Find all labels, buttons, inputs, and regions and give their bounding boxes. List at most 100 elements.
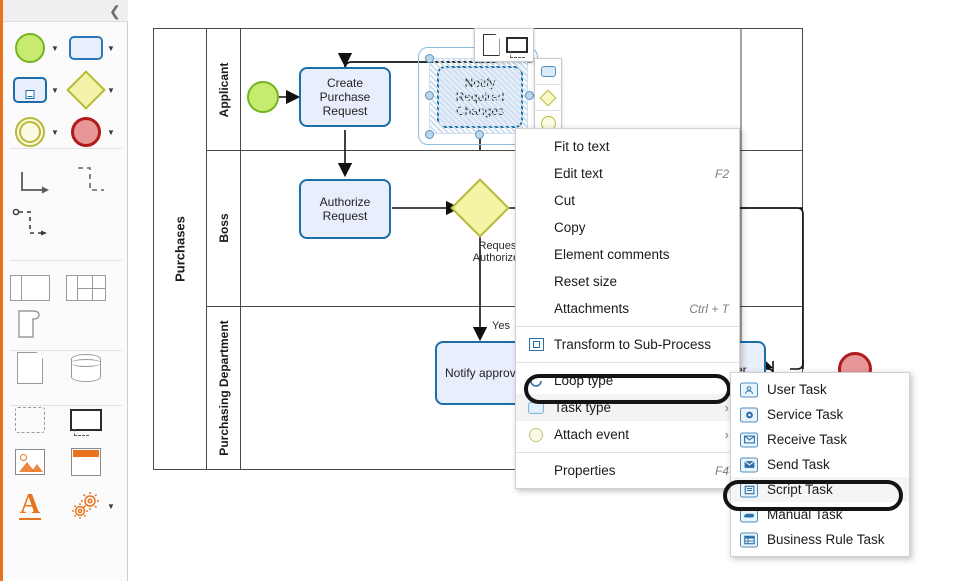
text-annotation-icon[interactable]	[66, 400, 106, 440]
palette-item-association[interactable]	[10, 205, 56, 251]
task-create-purchase-request[interactable]: Create Purchase Request	[299, 67, 391, 127]
resize-handle-w[interactable]	[425, 91, 434, 100]
lane-header[interactable]: Applicant	[207, 29, 241, 150]
palette-item-text-annotation[interactable]	[66, 400, 106, 440]
palette-item-pool[interactable]	[10, 268, 50, 308]
palette-item-page-element[interactable]	[10, 304, 50, 344]
lane-header[interactable]: Purchasing Department	[207, 306, 241, 470]
resize-handle-sw[interactable]	[425, 130, 434, 139]
task-type-icon	[526, 399, 546, 417]
start-event-icon[interactable]	[10, 28, 50, 68]
chevron-down-icon[interactable]: ▼	[51, 44, 60, 53]
chevron-down-icon[interactable]: ▼	[107, 86, 116, 95]
palette-item-end-event[interactable]: ▼	[66, 112, 116, 152]
resize-handle-s[interactable]	[475, 130, 484, 139]
menu-item-properties[interactable]: Properties F4	[516, 457, 739, 484]
gears-icon[interactable]	[66, 486, 106, 526]
pool-header[interactable]: Purchases	[154, 29, 207, 469]
palette-item-text[interactable]: A	[10, 486, 50, 526]
menu-item-transform-to-sub-process[interactable]: Transform to Sub-Process	[516, 331, 739, 358]
task-label: Create Purchase Request	[319, 76, 371, 118]
end-event-icon[interactable]	[66, 112, 106, 152]
menu-item-attachments[interactable]: Attachments Ctrl + T	[516, 295, 739, 322]
menu-item-loop-type[interactable]: Loop type ›	[516, 367, 739, 394]
menu-item-edit-text[interactable]: Edit text F2	[516, 160, 739, 187]
strip-task-icon[interactable]	[535, 59, 561, 85]
intermediate-event-icon[interactable]	[10, 112, 50, 152]
chevron-down-icon[interactable]: ▼	[107, 44, 116, 53]
image-icon[interactable]	[10, 442, 50, 482]
palette-item-group[interactable]	[10, 400, 50, 440]
sequence-flow-icon[interactable]	[10, 160, 56, 206]
palette-item-start-event[interactable]: ▼	[10, 28, 60, 68]
submenu-item-label: Business Rule Task	[767, 532, 885, 547]
menu-item-attach-event[interactable]: Attach event ›	[516, 421, 739, 448]
data-store-icon[interactable]	[66, 348, 106, 388]
lane-header[interactable]: Boss	[207, 150, 241, 306]
palette-item-settings[interactable]: ▼	[66, 486, 116, 526]
submenu-item-send-task[interactable]: Send Task	[731, 452, 909, 477]
task-label: Notify approva	[445, 366, 523, 380]
association-icon[interactable]	[10, 205, 56, 251]
sub-process-icon[interactable]	[10, 70, 50, 110]
text-annotation-icon[interactable]	[504, 32, 530, 58]
submenu-item-user-task[interactable]: User Task	[731, 377, 909, 402]
submenu-item-business-rule-task[interactable]: Business Rule Task	[731, 527, 909, 552]
data-object-icon[interactable]	[10, 348, 50, 388]
chevron-down-icon[interactable]: ▼	[51, 86, 60, 95]
resize-handle-e[interactable]	[525, 91, 534, 100]
chevron-down-icon[interactable]: ▼	[107, 502, 116, 511]
palette-item-gateway[interactable]: ▼	[66, 70, 116, 110]
submenu-item-manual-task[interactable]: Manual Task	[731, 502, 909, 527]
menu-item-label: Element comments	[554, 247, 670, 262]
submenu-item-receive-task[interactable]: Receive Task	[731, 427, 909, 452]
element-mini-toolbar[interactable]	[474, 28, 534, 62]
task-authorize-request[interactable]: Authorize Request	[299, 179, 391, 239]
start-event[interactable]	[247, 81, 279, 113]
message-flow-icon[interactable]	[66, 160, 112, 206]
menu-item-cut[interactable]: Cut	[516, 187, 739, 214]
chevron-down-icon[interactable]: ▼	[51, 128, 60, 137]
menu-item-task-type[interactable]: Task type ›	[516, 394, 739, 421]
menu-item-copy[interactable]: Copy	[516, 214, 739, 241]
chevron-left-icon[interactable]: ❮	[109, 4, 121, 18]
quick-shape-strip[interactable]	[534, 58, 562, 137]
menu-item-shortcut: Ctrl + T	[689, 301, 729, 316]
menu-item-fit-to-text[interactable]: Fit to text	[516, 133, 739, 160]
task-type-submenu[interactable]: User Task Service Task Receive Task Send…	[730, 372, 910, 557]
palette-item-sub-process[interactable]: ▼	[10, 70, 60, 110]
submenu-item-service-task[interactable]: Service Task	[731, 402, 909, 427]
diagram-canvas[interactable]: Purchases Applicant Boss Purchasing Depa…	[0, 0, 977, 581]
palette-item-intermediate-event[interactable]: ▼	[10, 112, 60, 152]
header-icon[interactable]	[66, 442, 106, 482]
task-label: Authorize Request	[319, 195, 371, 223]
shape-palette[interactable]: ❮ ▼ ▼ ▼ ▼ ▼ ▼ A ▼	[0, 0, 128, 581]
palette-item-data-store[interactable]	[66, 348, 106, 388]
palette-item-message-flow[interactable]	[66, 160, 112, 206]
palette-item-image[interactable]	[10, 442, 50, 482]
strip-gateway-icon[interactable]	[535, 85, 561, 111]
lanes-icon[interactable]	[66, 268, 106, 308]
sub-process-icon	[526, 336, 546, 354]
pool-icon[interactable]	[10, 268, 50, 308]
text-icon[interactable]: A	[10, 486, 50, 526]
page-element-icon[interactable]	[10, 304, 50, 344]
palette-header[interactable]: ❮	[3, 0, 128, 22]
palette-item-lanes[interactable]	[66, 268, 106, 308]
palette-item-task[interactable]: ▼	[66, 28, 116, 68]
context-menu[interactable]: Fit to text Edit text F2 Cut Copy Elemen…	[515, 128, 740, 489]
submenu-item-label: Script Task	[767, 482, 833, 497]
palette-item-sequence-flow[interactable]	[10, 160, 56, 206]
menu-separator	[516, 452, 739, 453]
menu-item-element-comments[interactable]: Element comments	[516, 241, 739, 268]
chevron-down-icon[interactable]: ▼	[107, 128, 116, 137]
task-icon[interactable]	[66, 28, 106, 68]
group-icon[interactable]	[10, 400, 50, 440]
menu-item-reset-size[interactable]: Reset size	[516, 268, 739, 295]
gateway-icon[interactable]	[66, 70, 106, 110]
palette-item-header[interactable]	[66, 442, 106, 482]
data-object-icon[interactable]	[478, 32, 504, 58]
submenu-item-script-task[interactable]: Script Task	[731, 477, 909, 502]
resize-handle-nw[interactable]	[425, 54, 434, 63]
palette-item-data-object[interactable]	[10, 348, 50, 388]
